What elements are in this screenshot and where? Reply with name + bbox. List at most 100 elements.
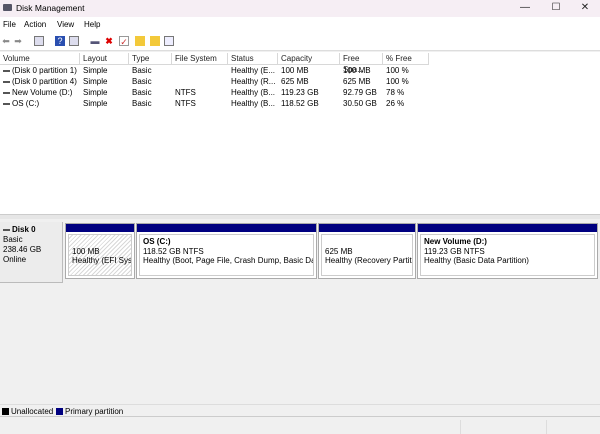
check-icon[interactable]: ✓ <box>119 36 129 47</box>
cell-text: Simple <box>83 99 108 108</box>
table-cell: (Disk 0 partition 4) <box>0 76 80 87</box>
legend-primary-partition: Primary partition <box>65 407 124 416</box>
cell-text: Healthy (E... <box>231 66 276 75</box>
cell-text: Basic <box>132 88 152 97</box>
menu-view[interactable]: View <box>57 20 74 29</box>
cell-text: Simple <box>83 77 108 86</box>
connect-icon[interactable]: ▬ <box>90 36 100 46</box>
table-cell: 78 % <box>383 87 429 98</box>
disk-state: Online <box>3 255 27 264</box>
volume-icon <box>3 69 10 72</box>
disk-icon <box>3 228 10 231</box>
forward-icon[interactable]: ➡ <box>13 36 23 46</box>
header-status[interactable]: Status <box>228 53 278 65</box>
table-cell: Healthy (B... <box>228 98 278 109</box>
delete-icon[interactable]: ✖ <box>104 36 114 46</box>
table-cell: 100 MB <box>340 65 383 76</box>
partition-os-c[interactable]: OS (C:) 118.52 GB NTFS Healthy (Boot, Page… <box>136 223 317 279</box>
cell-text: Healthy (B... <box>231 99 276 108</box>
header-layout[interactable]: Layout <box>80 53 129 65</box>
partition-new-volume-d[interactable]: New Volume (D:) 119.23 GB NTFS Healthy (Ba… <box>417 223 598 279</box>
table-cell: 100 % <box>383 65 429 76</box>
table-cell: Simple <box>80 65 129 76</box>
cell-text: 30.50 GB <box>343 99 377 108</box>
legend: Unallocated Primary partition <box>0 404 600 417</box>
table-cell: 92.79 GB <box>340 87 383 98</box>
status-bar <box>0 418 600 434</box>
maximize-button[interactable]: ☐ <box>541 0 571 17</box>
disk-0-label[interactable]: Disk 0 Basic 238.46 GB Online <box>0 222 63 283</box>
header-type[interactable]: Type <box>129 53 172 65</box>
table-cell: Healthy (B... <box>228 87 278 98</box>
minimize-button[interactable]: — <box>510 0 540 17</box>
partition-size: 100 MB <box>72 246 100 256</box>
disk-management-icon <box>3 4 12 11</box>
table-cell: 26 % <box>383 98 429 109</box>
back-icon[interactable]: ⬅ <box>1 36 11 46</box>
primary-partition-swatch <box>56 408 63 415</box>
table-row[interactable]: OS (C:) Simple Basic NTFS Healthy (B... 118.5… <box>0 98 600 109</box>
table-cell: Healthy (E... <box>228 65 278 76</box>
close-button[interactable]: ✕ <box>570 0 600 17</box>
table-row[interactable]: New Volume (D:) Simple Basic NTFS Healthy (B… <box>0 87 600 98</box>
disk-size: 238.46 GB <box>3 245 42 254</box>
console-tree-icon[interactable] <box>34 36 44 46</box>
table-cell: NTFS <box>172 87 228 98</box>
cell-text: 100 % <box>386 66 409 75</box>
table-cell: 625 MB <box>278 76 340 87</box>
partition-status: Healthy (EFI System Partition) <box>72 256 132 265</box>
menu-help[interactable]: Help <box>84 20 100 29</box>
table-cell: 625 MB <box>340 76 383 87</box>
properties-icon[interactable] <box>69 36 79 46</box>
table-cell: Basic <box>129 98 172 109</box>
menu-file[interactable]: File <box>3 20 16 29</box>
header-capacity[interactable]: Capacity <box>278 53 340 65</box>
table-cell: 100 % <box>383 76 429 87</box>
folder-up-icon[interactable] <box>135 36 145 46</box>
cell-text: 26 % <box>386 99 405 108</box>
table-row[interactable]: (Disk 0 partition 1) Simple Basic Healthy (… <box>0 65 600 76</box>
cell-text: New Volume (D:) <box>12 88 73 97</box>
partition-size: 625 MB <box>325 246 353 256</box>
partition-status: Healthy (Boot, Page File, Crash Dump, Ba… <box>143 256 313 265</box>
cell-text: 100 MB <box>281 66 309 75</box>
cell-text: (Disk 0 partition 1) <box>12 66 77 75</box>
header-percent-free[interactable]: % Free <box>383 53 429 65</box>
partition-status: Healthy (Recovery Partition) <box>325 256 412 265</box>
table-cell: NTFS <box>172 98 228 109</box>
header-file-system[interactable]: File System <box>172 53 228 65</box>
cell-text: Healthy (B... <box>231 88 276 97</box>
header-volume[interactable]: Volume <box>0 53 80 65</box>
view-icon[interactable] <box>164 36 174 46</box>
partition-recovery[interactable]: 625 MBHealthy (Recovery Partition) <box>318 223 416 279</box>
cell-text: 100 MB <box>343 66 371 75</box>
cell-text: Healthy (R... <box>231 77 276 86</box>
cell-text: Simple <box>83 66 108 75</box>
table-cell: Basic <box>129 87 172 98</box>
table-cell: Healthy (R... <box>228 76 278 87</box>
cell-text: Basic <box>132 77 152 86</box>
volume-icon <box>3 91 10 94</box>
cell-text: (Disk 0 partition 4) <box>12 77 77 86</box>
folder-search-icon[interactable] <box>150 36 160 46</box>
partition-size: 118.52 GB NTFS <box>143 246 204 256</box>
partition-efi[interactable]: 100 MBHealthy (EFI System Partition) <box>65 223 135 279</box>
toolbar: ⬅ ➡ ? ▬ ✖ ✓ <box>0 31 600 51</box>
window-title: Disk Management <box>16 3 85 13</box>
table-cell: Simple <box>80 76 129 87</box>
volume-icon <box>3 80 10 83</box>
table-row[interactable]: (Disk 0 partition 4) Simple Basic Healthy (… <box>0 76 600 87</box>
partition-title: OS (C:) <box>143 237 171 246</box>
header-free-space[interactable]: Free Spa... <box>340 53 383 74</box>
table-cell: 100 MB <box>278 65 340 76</box>
volume-list: Volume Layout Type File System Status Ca… <box>0 52 600 214</box>
menu-action[interactable]: Action <box>24 20 46 29</box>
partition-title: New Volume (D:) <box>424 237 487 246</box>
table-cell: Basic <box>129 65 172 76</box>
table-cell: Simple <box>80 98 129 109</box>
disk-map-pane: Disk 0 Basic 238.46 GB Online 100 MB Heal… <box>0 219 600 403</box>
cell-text: 625 MB <box>343 77 371 86</box>
legend-unallocated: Unallocated <box>11 407 54 416</box>
table-cell: Basic <box>129 76 172 87</box>
help-icon[interactable]: ? <box>55 36 65 46</box>
